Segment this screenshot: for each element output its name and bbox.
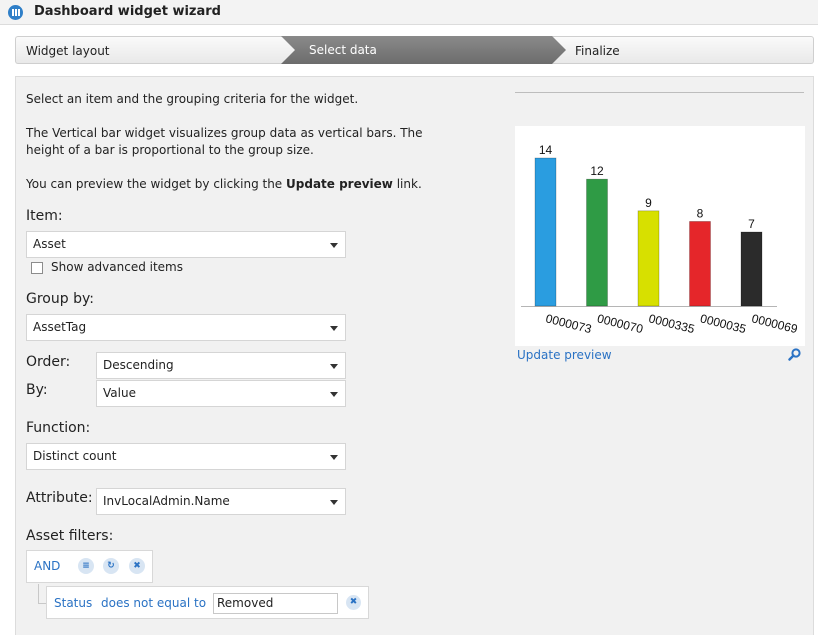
zoom-icon[interactable] [788,348,801,361]
intro-update-preview-bold: Update preview [286,177,393,191]
attribute-label: Attribute: [26,490,93,506]
preview-divider [515,92,804,93]
filter-field-link[interactable]: Status [54,596,92,610]
order-label: Order: [26,354,71,370]
chart-preview: 14 0000073 12 0000070 9 0000335 8 0000035 7 00000… [515,126,805,346]
bar-0000069 [740,231,763,307]
bar-chart: 14 0000073 12 0000070 9 0000335 8 0000035 7 00000… [521,143,799,336]
chevron-down-icon [330,455,338,460]
window-title: Dashboard widget wizard [34,4,221,19]
attribute-select-value: InvLocalAdmin.Name [103,494,230,508]
filter-group: AND ≡ ↻ ✖ [26,550,153,583]
step-finalize[interactable]: Finalize [552,36,814,64]
bar-0000073 [534,157,557,307]
wizard-icon [8,5,23,20]
bar-0000335 [637,210,660,307]
by-label: By: [26,382,48,398]
intro-text-4-pre: You can preview the widget by clicking t… [26,177,287,191]
intro-text-3: height of a bar is proportional to the g… [26,143,314,157]
add-condition-icon[interactable]: ≡ [78,558,94,574]
groupby-select-value: AssetTag [33,320,87,334]
chevron-down-icon [330,392,338,397]
order-select[interactable]: Descending [96,352,346,379]
wizard-steps: Widget layout Finalize Select data [15,36,814,64]
chevron-down-icon [330,364,338,369]
update-preview-link[interactable]: Update preview [517,348,612,362]
step-widget-layout[interactable]: Widget layout [15,36,295,64]
attribute-select[interactable]: InvLocalAdmin.Name [96,488,346,515]
tree-connector [38,584,39,604]
filter-value-input[interactable]: Removed [213,593,338,614]
tree-connector-horizontal [38,603,46,604]
by-select-value: Value [103,386,136,400]
by-select[interactable]: Value [96,380,346,407]
asset-filters-label: Asset filters: [26,528,114,544]
groupby-select[interactable]: AssetTag [26,314,346,341]
title-bar: Dashboard widget wizard [0,0,818,25]
intro-text-4-post: link. [392,177,422,191]
filter-condition-row: Status does not equal to Removed ✖ [46,586,369,619]
data-label-0000035: 8 [697,206,704,220]
intro-text-1: Select an item and the grouping criteria… [26,92,359,106]
intro-text-2: The Vertical bar widget visualizes group… [26,126,423,140]
remove-group-icon[interactable]: ✖ [129,558,145,574]
tick-label-0000035: 0000035 [699,311,748,336]
show-advanced-checkbox[interactable] [31,262,43,274]
chevron-down-icon [330,243,338,248]
intro-text-4: You can preview the widget by clicking t… [26,176,422,193]
show-advanced-label: Show advanced items [51,260,183,274]
filter-comparison-link[interactable]: does not equal to [101,596,206,610]
function-select[interactable]: Distinct count [26,443,346,470]
chevron-down-icon [330,500,338,505]
data-label-0000073: 14 [539,143,553,157]
item-select-value: Asset [33,237,66,251]
remove-condition-icon[interactable]: ✖ [346,595,361,610]
function-label: Function: [26,420,91,436]
tick-label-0000335: 0000335 [647,311,696,336]
filter-operator-link[interactable]: AND [34,559,60,573]
bar-0000035 [689,221,711,307]
data-label-0000070: 12 [590,164,604,178]
tick-label-0000073: 0000073 [544,311,593,336]
tick-label-0000070: 0000070 [596,311,645,336]
data-label-0000069: 7 [748,217,755,231]
bar-0000070 [586,178,608,307]
data-label-0000335: 9 [645,196,652,210]
item-select[interactable]: Asset [26,231,346,258]
add-group-icon[interactable]: ↻ [103,558,119,574]
tick-label-0000069: 0000069 [750,311,799,336]
function-select-value: Distinct count [33,449,117,463]
item-label: Item: [26,208,63,224]
step-finalize-label: Finalize [575,44,620,58]
step-select-data[interactable]: Select data [281,36,566,64]
order-select-value: Descending [103,358,174,372]
chevron-down-icon [330,326,338,331]
groupby-label: Group by: [26,291,94,307]
